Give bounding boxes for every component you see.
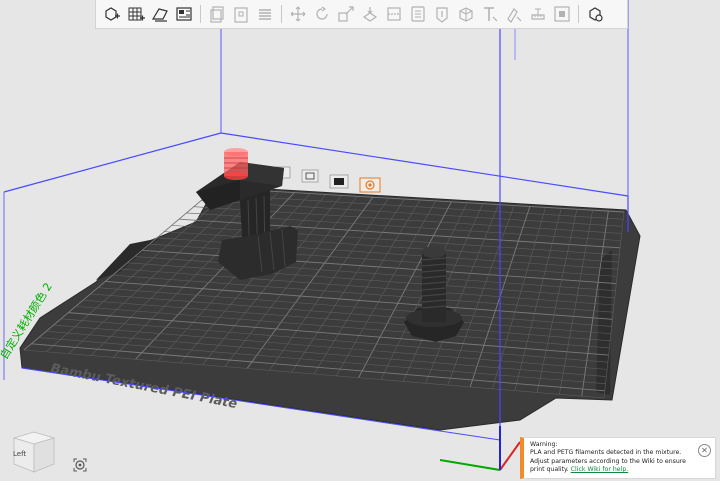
3d-viewport[interactable]: Bambu Textured PEI Plate 自定义耗材颜色 2 (0, 0, 720, 481)
view-settings-button[interactable] (585, 4, 605, 24)
boolean-icon (459, 7, 473, 22)
measure-icon (531, 8, 545, 20)
auto-orient-button[interactable] (150, 4, 170, 24)
warning-line-3: print quality. Click Wiki for help. (530, 466, 695, 474)
close-icon[interactable]: ✕ (698, 444, 711, 457)
bbox-edge (220, 132, 629, 197)
copy-icon (210, 6, 224, 23)
text-button[interactable] (480, 4, 500, 24)
top-toolbar (95, 0, 628, 29)
cut-button[interactable] (384, 4, 404, 24)
assembly-button[interactable] (552, 4, 572, 24)
measure-button[interactable] (528, 4, 548, 24)
add-plate-button[interactable] (126, 4, 146, 24)
move-button[interactable] (288, 4, 308, 24)
cut-icon (387, 7, 401, 21)
view-cube-face-label: Left (13, 450, 27, 458)
layers-button[interactable] (255, 4, 275, 24)
paste-icon (234, 7, 248, 23)
toolbar-separator (281, 5, 282, 23)
reset-view-icon[interactable] (72, 457, 88, 473)
boolean-button[interactable] (456, 4, 476, 24)
x-axis-line (439, 459, 501, 471)
rotate-icon (316, 6, 328, 20)
add-object-button[interactable] (102, 4, 122, 24)
grid-plus-icon (128, 7, 145, 21)
copy-button[interactable] (207, 4, 227, 24)
plate-icons (275, 166, 381, 193)
scale-icon (338, 6, 354, 22)
warning-line-1: PLA and PETG filaments detected in the m… (530, 449, 682, 457)
seam-paint-icon (436, 7, 448, 23)
wiki-help-link[interactable]: Click Wiki for help. (571, 466, 629, 473)
warning-notification: Warning: PLA and PETG filaments detected… (520, 437, 716, 479)
view-settings-icon (589, 7, 603, 22)
warning-title: Warning: (530, 441, 558, 448)
move-icon (290, 6, 306, 22)
lay-on-face-button[interactable] (360, 4, 380, 24)
arrange-icon (176, 7, 192, 21)
layers-icon (259, 9, 271, 20)
color-paint-button[interactable] (504, 4, 524, 24)
cube-plus-icon (105, 7, 120, 21)
warning-line-3-text: print quality. (530, 465, 569, 473)
toolbar-separator (578, 5, 579, 23)
y-axis-line (499, 441, 521, 471)
warning-line-2: Adjust parameters according to the Wiki … (530, 457, 686, 465)
arrange-button[interactable] (174, 4, 194, 24)
scale-button[interactable] (336, 4, 356, 24)
color-paint-icon (507, 8, 522, 23)
bbox-edge (3, 132, 222, 193)
assembly-icon (554, 6, 570, 22)
paste-button[interactable] (231, 4, 251, 24)
support-paint-button[interactable] (408, 4, 428, 24)
orient-icon (151, 8, 168, 22)
support-paint-icon (411, 6, 425, 22)
toolbar-separator (200, 5, 201, 23)
rotate-button[interactable] (312, 4, 332, 24)
seam-paint-button[interactable] (432, 4, 452, 24)
lay-on-face-icon (362, 7, 378, 22)
text-icon (484, 7, 498, 22)
